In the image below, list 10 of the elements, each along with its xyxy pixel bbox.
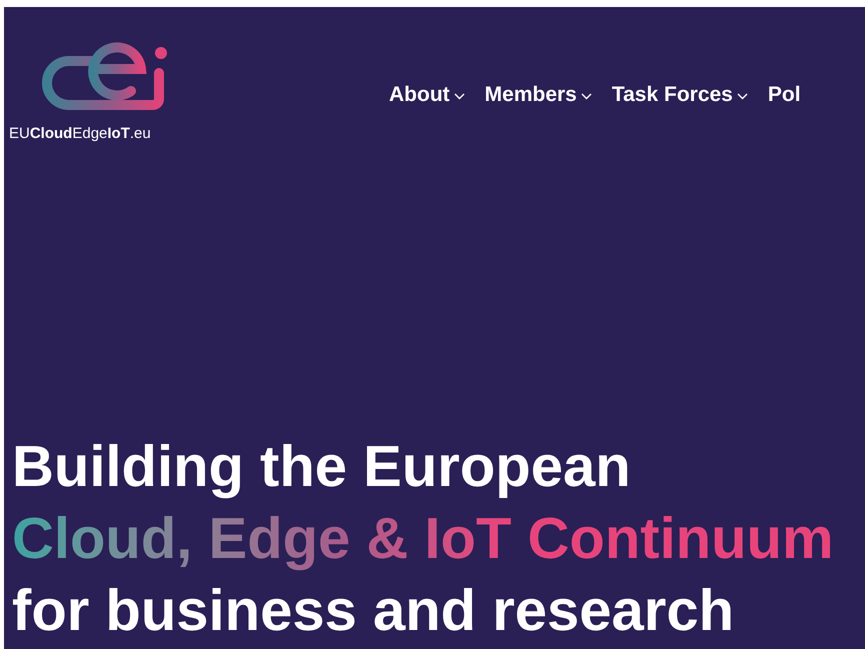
nav-link[interactable]: Members [484,79,592,110]
chevron-down-icon [454,93,465,100]
hero-heading-line: Building the European [12,433,632,501]
chevron-down-icon [580,93,592,100]
nav-link[interactable]: About [389,79,465,110]
nav-link[interactable]: Pol [768,79,801,110]
logo-wordmark[interactable]: EUCloudEdgeIoT.eu [9,123,389,146]
nav-link[interactable]: Task Forces [612,79,748,110]
hero-heading-line: for business and research [12,577,736,645]
chevron-down-icon [736,93,748,100]
